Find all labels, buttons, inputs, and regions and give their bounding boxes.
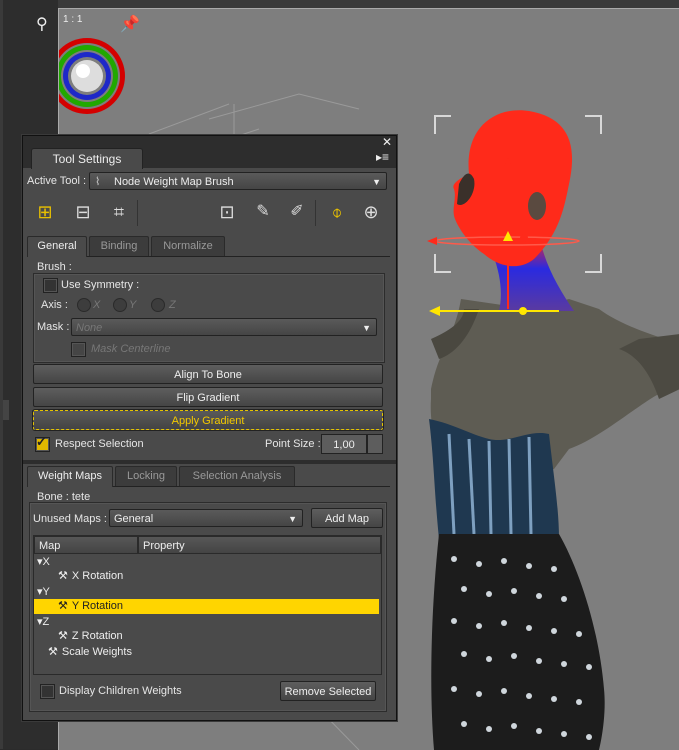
brush-group-label: Brush : — [37, 261, 72, 273]
section-divider — [23, 460, 396, 464]
use-symmetry-label: Use Symmetry : — [61, 279, 140, 291]
tree-node-y[interactable]: ▾Y — [37, 585, 50, 600]
pin-icon[interactable]: 📌 — [120, 14, 140, 34]
chevron-down-icon: ▼ — [362, 323, 371, 333]
figure-body — [429, 299, 679, 750]
settings-tabs: General Binding Normalize — [27, 236, 390, 257]
weight-map-icon: ⚒ — [58, 630, 68, 642]
weight-map-tree[interactable]: Map Property ▾X ⚒ X Rotation ▾Y ⚒ Y Rotati… — [33, 535, 382, 675]
viewport-ratio-label: 1 : 1 — [63, 14, 83, 25]
paint-brush-p-icon[interactable]: ✎ — [251, 200, 275, 224]
point-size-label: Point Size : — [265, 438, 321, 450]
tree-node-y-rotation[interactable]: ⚒ Y Rotation — [34, 599, 379, 614]
ear — [528, 192, 546, 220]
brush-icon: ⌇ — [95, 176, 101, 188]
axis-y-radio[interactable] — [113, 298, 127, 312]
weight-map-icon: ⚒ — [48, 646, 58, 658]
strip-edge — [0, 0, 3, 749]
active-tool-value: Node Weight Map Brush — [114, 176, 234, 188]
panel-menu-icon[interactable]: ▸≡ — [376, 150, 390, 164]
tab-locking[interactable]: Locking — [115, 466, 177, 486]
region-select-icon[interactable]: ⌗ — [107, 200, 131, 224]
mask-label: Mask : — [37, 321, 70, 333]
flip-gradient-button[interactable]: Flip Gradient — [33, 387, 383, 407]
unused-maps-dropdown[interactable]: General ▼ — [109, 509, 303, 527]
axis-y-label: Y — [129, 299, 137, 311]
axis-label: Axis : — [41, 299, 68, 311]
smooth-brush-s-icon[interactable]: ✐ — [285, 200, 309, 224]
transfer-icon[interactable]: ⊟ — [71, 200, 95, 224]
camera-orbit-widget — [59, 38, 125, 114]
node-select-icon[interactable]: ⊞ — [33, 200, 57, 224]
align-to-bone-button[interactable]: Align To Bone — [33, 364, 383, 384]
column-header-map[interactable]: Map — [34, 536, 138, 554]
tab-selection-analysis[interactable]: Selection Analysis — [179, 466, 295, 486]
add-map-button[interactable]: Add Map — [311, 508, 383, 528]
collapse-handle[interactable] — [3, 400, 9, 420]
tree-node-z[interactable]: ▾Z — [37, 615, 49, 630]
active-tool-label: Active Tool : — [27, 175, 87, 187]
weight-map-icon: ⚒ — [58, 600, 68, 612]
panel-title-row: Tool Settings ✕ ▸≡ — [23, 136, 396, 169]
weight-map-icon: ⚒ — [58, 570, 68, 582]
axis-x-label: X — [93, 299, 101, 311]
toolbar-divider — [137, 200, 138, 226]
panel-title-tab[interactable]: Tool Settings — [31, 148, 143, 169]
apply-gradient-button[interactable]: Apply Gradient — [32, 409, 384, 431]
axis-z-radio[interactable] — [151, 298, 165, 312]
weightmap-tabs: Weight Maps Locking Selection Analysis — [27, 466, 390, 487]
tree-node-z-rotation[interactable]: ⚒ Z Rotation — [58, 629, 123, 644]
tree-node-x[interactable]: ▾X — [37, 555, 50, 570]
checkmark-icon: ✓ — [36, 434, 47, 449]
remove-selected-button[interactable]: Remove Selected — [280, 681, 376, 701]
mask-dropdown[interactable]: None ▼ — [71, 318, 377, 336]
display-children-checkbox[interactable] — [40, 684, 55, 699]
joint-icon[interactable]: ⌽ — [325, 200, 349, 224]
close-icon[interactable]: ✕ — [382, 136, 392, 148]
chevron-down-icon: ▼ — [288, 514, 297, 524]
viewport-top-bar — [58, 0, 679, 8]
sphere-icon[interactable]: ⊕ — [359, 200, 383, 224]
column-header-property[interactable]: Property — [138, 536, 381, 554]
axis-x-radio[interactable] — [77, 298, 91, 312]
weight-paint-icon[interactable]: ⊡ — [215, 200, 239, 224]
unused-maps-value: General — [114, 513, 154, 525]
use-symmetry-checkbox[interactable] — [43, 278, 58, 293]
mask-value: None — [76, 322, 103, 334]
axis-z-label: Z — [169, 299, 176, 311]
tool-icons-row: ⊞ ⊟ ⌗ ⊡ ✎ ✐ ⌽ ⊕ — [27, 198, 390, 228]
tab-weight-maps[interactable]: Weight Maps — [27, 466, 113, 487]
point-size-slider-button[interactable] — [367, 434, 383, 454]
mask-centerline-label: Mask Centerline — [91, 343, 171, 355]
display-children-label: Display Children Weights — [59, 685, 182, 697]
mask-centerline-checkbox[interactable] — [71, 342, 86, 357]
tree-node-scale-weights[interactable]: ⚒ Scale Weights — [48, 645, 132, 660]
toolbar-divider-2 — [315, 200, 316, 226]
tree-node-x-rotation[interactable]: ⚒ X Rotation — [58, 569, 123, 584]
active-tool-dropdown[interactable]: ⌇ Node Weight Map Brush ▼ — [89, 172, 387, 190]
tab-binding[interactable]: Binding — [89, 236, 149, 256]
figure-icon[interactable]: ⚲ — [36, 14, 48, 34]
point-size-field[interactable]: 1,00 — [321, 434, 367, 454]
respect-selection-label: Respect Selection — [55, 438, 144, 450]
tab-general[interactable]: General — [27, 236, 87, 257]
chevron-down-icon: ▼ — [372, 177, 381, 187]
unused-maps-label: Unused Maps : — [33, 513, 107, 525]
tab-normalize[interactable]: Normalize — [151, 236, 225, 256]
